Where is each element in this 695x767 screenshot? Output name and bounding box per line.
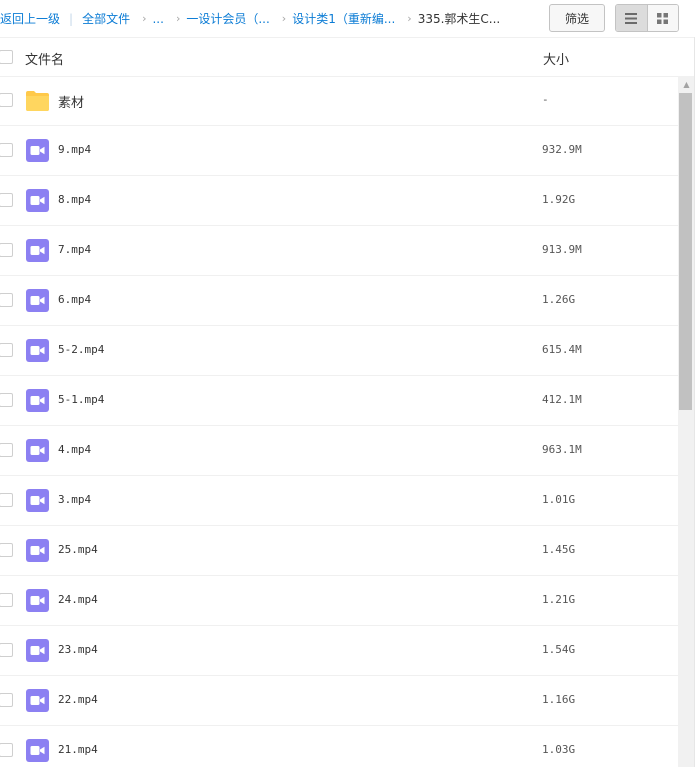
file-row[interactable]: 6.mp4 1.26G — [0, 276, 678, 326]
file-row[interactable]: 3.mp4 1.01G — [0, 476, 678, 526]
file-name-link[interactable]: 3.mp4 — [58, 493, 91, 506]
row-checkbox[interactable] — [0, 193, 13, 207]
file-size: 932.9M — [542, 143, 582, 156]
video-file-icon — [26, 339, 49, 362]
file-size: 913.9M — [542, 243, 582, 256]
grid-view-button[interactable] — [646, 5, 678, 31]
view-toggle — [615, 4, 679, 32]
grid-view-icon — [657, 12, 669, 24]
row-checkbox[interactable] — [0, 293, 13, 307]
breadcrumb-item-ellipsis[interactable]: ... — [152, 12, 163, 26]
video-file-icon — [26, 239, 49, 262]
video-file-icon — [26, 139, 49, 162]
chevron-right-icon: › — [407, 12, 412, 25]
video-file-icon — [26, 439, 49, 462]
row-checkbox[interactable] — [0, 93, 13, 107]
video-file-icon — [26, 739, 49, 762]
scrollbar-thumb[interactable] — [679, 93, 692, 410]
file-row[interactable]: 7.mp4 913.9M — [0, 226, 678, 276]
row-checkbox[interactable] — [0, 393, 13, 407]
row-checkbox[interactable] — [0, 143, 13, 157]
row-checkbox[interactable] — [0, 543, 13, 557]
file-row[interactable]: 22.mp4 1.16G — [0, 676, 678, 726]
file-size: 1.54G — [542, 643, 576, 656]
file-size: 1.01G — [542, 493, 576, 506]
breadcrumb-divider: | — [69, 11, 74, 26]
video-file-icon — [26, 589, 49, 612]
breadcrumb-toolbar: 返回上一级 | 全部文件 › ... › 一设计会员（... › 设计类1（重新… — [0, 0, 695, 37]
file-name-link[interactable]: 4.mp4 — [58, 443, 91, 456]
file-row[interactable]: 24.mp4 1.21G — [0, 576, 678, 626]
file-size: 615.4M — [542, 343, 582, 356]
file-name-link[interactable]: 25.mp4 — [58, 543, 98, 556]
breadcrumb-item-design-member[interactable]: 一设计会员（... — [186, 10, 269, 27]
row-checkbox[interactable] — [0, 343, 13, 357]
row-checkbox[interactable] — [0, 243, 13, 257]
file-name-link[interactable]: 9.mp4 — [58, 143, 91, 156]
file-name-link[interactable]: 8.mp4 — [58, 193, 91, 206]
file-row[interactable]: 4.mp4 963.1M — [0, 426, 678, 476]
file-row[interactable]: 9.mp4 932.9M — [0, 126, 678, 176]
scroll-up-arrow-icon[interactable]: ▲ — [678, 76, 695, 93]
file-name-link[interactable]: 7.mp4 — [58, 243, 91, 256]
video-file-icon — [26, 689, 49, 712]
file-size: 1.45G — [542, 543, 576, 556]
file-size: 1.92G — [542, 193, 576, 206]
video-file-icon — [26, 639, 49, 662]
select-all-checkbox[interactable] — [0, 50, 13, 64]
chevron-right-icon: › — [175, 12, 181, 25]
row-checkbox[interactable] — [0, 643, 13, 657]
file-size: 1.26G — [542, 293, 576, 306]
row-checkbox[interactable] — [0, 593, 13, 607]
video-file-icon — [26, 489, 49, 512]
row-checkbox[interactable] — [0, 493, 13, 507]
breadcrumb-item-all-files[interactable]: 全部文件 — [82, 10, 130, 27]
file-name-link[interactable]: 5-2.mp4 — [58, 343, 104, 356]
breadcrumb: 返回上一级 | 全部文件 › ... › 一设计会员（... › 设计类1（重新… — [0, 0, 500, 37]
video-file-icon — [26, 189, 49, 212]
chevron-right-icon: › — [281, 12, 287, 25]
column-header-name[interactable]: 文件名 — [25, 49, 64, 68]
file-list: 素材 - 9.mp4 932.9M 8.mp4 1.92G 7.mp4 913.9M 6.mp4… — [0, 76, 678, 767]
file-name-link[interactable]: 24.mp4 — [58, 593, 98, 606]
filter-button[interactable]: 筛选 — [549, 4, 605, 32]
file-row[interactable]: 25.mp4 1.45G — [0, 526, 678, 576]
video-file-icon — [26, 389, 49, 412]
chevron-right-icon: › — [142, 12, 147, 25]
video-file-icon — [26, 289, 49, 312]
file-row[interactable]: 21.mp4 1.03G — [0, 726, 678, 767]
breadcrumb-item-design-class[interactable]: 设计类1（重新编... — [292, 10, 395, 27]
row-checkbox[interactable] — [0, 443, 13, 457]
list-view-button[interactable] — [616, 5, 647, 31]
row-checkbox[interactable] — [0, 693, 13, 707]
file-row[interactable]: 8.mp4 1.92G — [0, 176, 678, 226]
file-name-link[interactable]: 素材 — [58, 92, 84, 111]
vertical-scrollbar[interactable]: ▲ — [678, 76, 695, 767]
file-row[interactable]: 素材 - — [0, 76, 678, 126]
file-name-link[interactable]: 22.mp4 — [58, 693, 98, 706]
folder-icon — [26, 89, 49, 112]
file-row[interactable]: 5-2.mp4 615.4M — [0, 326, 678, 376]
file-name-link[interactable]: 21.mp4 — [58, 743, 98, 756]
file-name-link[interactable]: 5-1.mp4 — [58, 393, 104, 406]
column-header-size[interactable]: 大小 — [543, 49, 569, 68]
video-file-icon — [26, 539, 49, 562]
file-name-link[interactable]: 23.mp4 — [58, 643, 98, 656]
back-link[interactable]: 返回上一级 — [0, 10, 60, 27]
file-name-link[interactable]: 6.mp4 — [58, 293, 91, 306]
file-list-header: 文件名 大小 — [0, 37, 695, 77]
file-size: - — [542, 93, 549, 106]
row-checkbox[interactable] — [0, 743, 13, 757]
file-row[interactable]: 23.mp4 1.54G — [0, 626, 678, 676]
file-size: 1.03G — [542, 743, 576, 756]
file-size: 1.16G — [542, 693, 576, 706]
breadcrumb-item-current: 335.郭术生C... — [417, 12, 501, 26]
file-size: 1.21G — [542, 593, 576, 606]
file-row[interactable]: 5-1.mp4 412.1M — [0, 376, 678, 426]
file-size: 963.1M — [542, 443, 582, 456]
list-view-icon — [625, 12, 638, 24]
file-size: 412.1M — [542, 393, 582, 406]
